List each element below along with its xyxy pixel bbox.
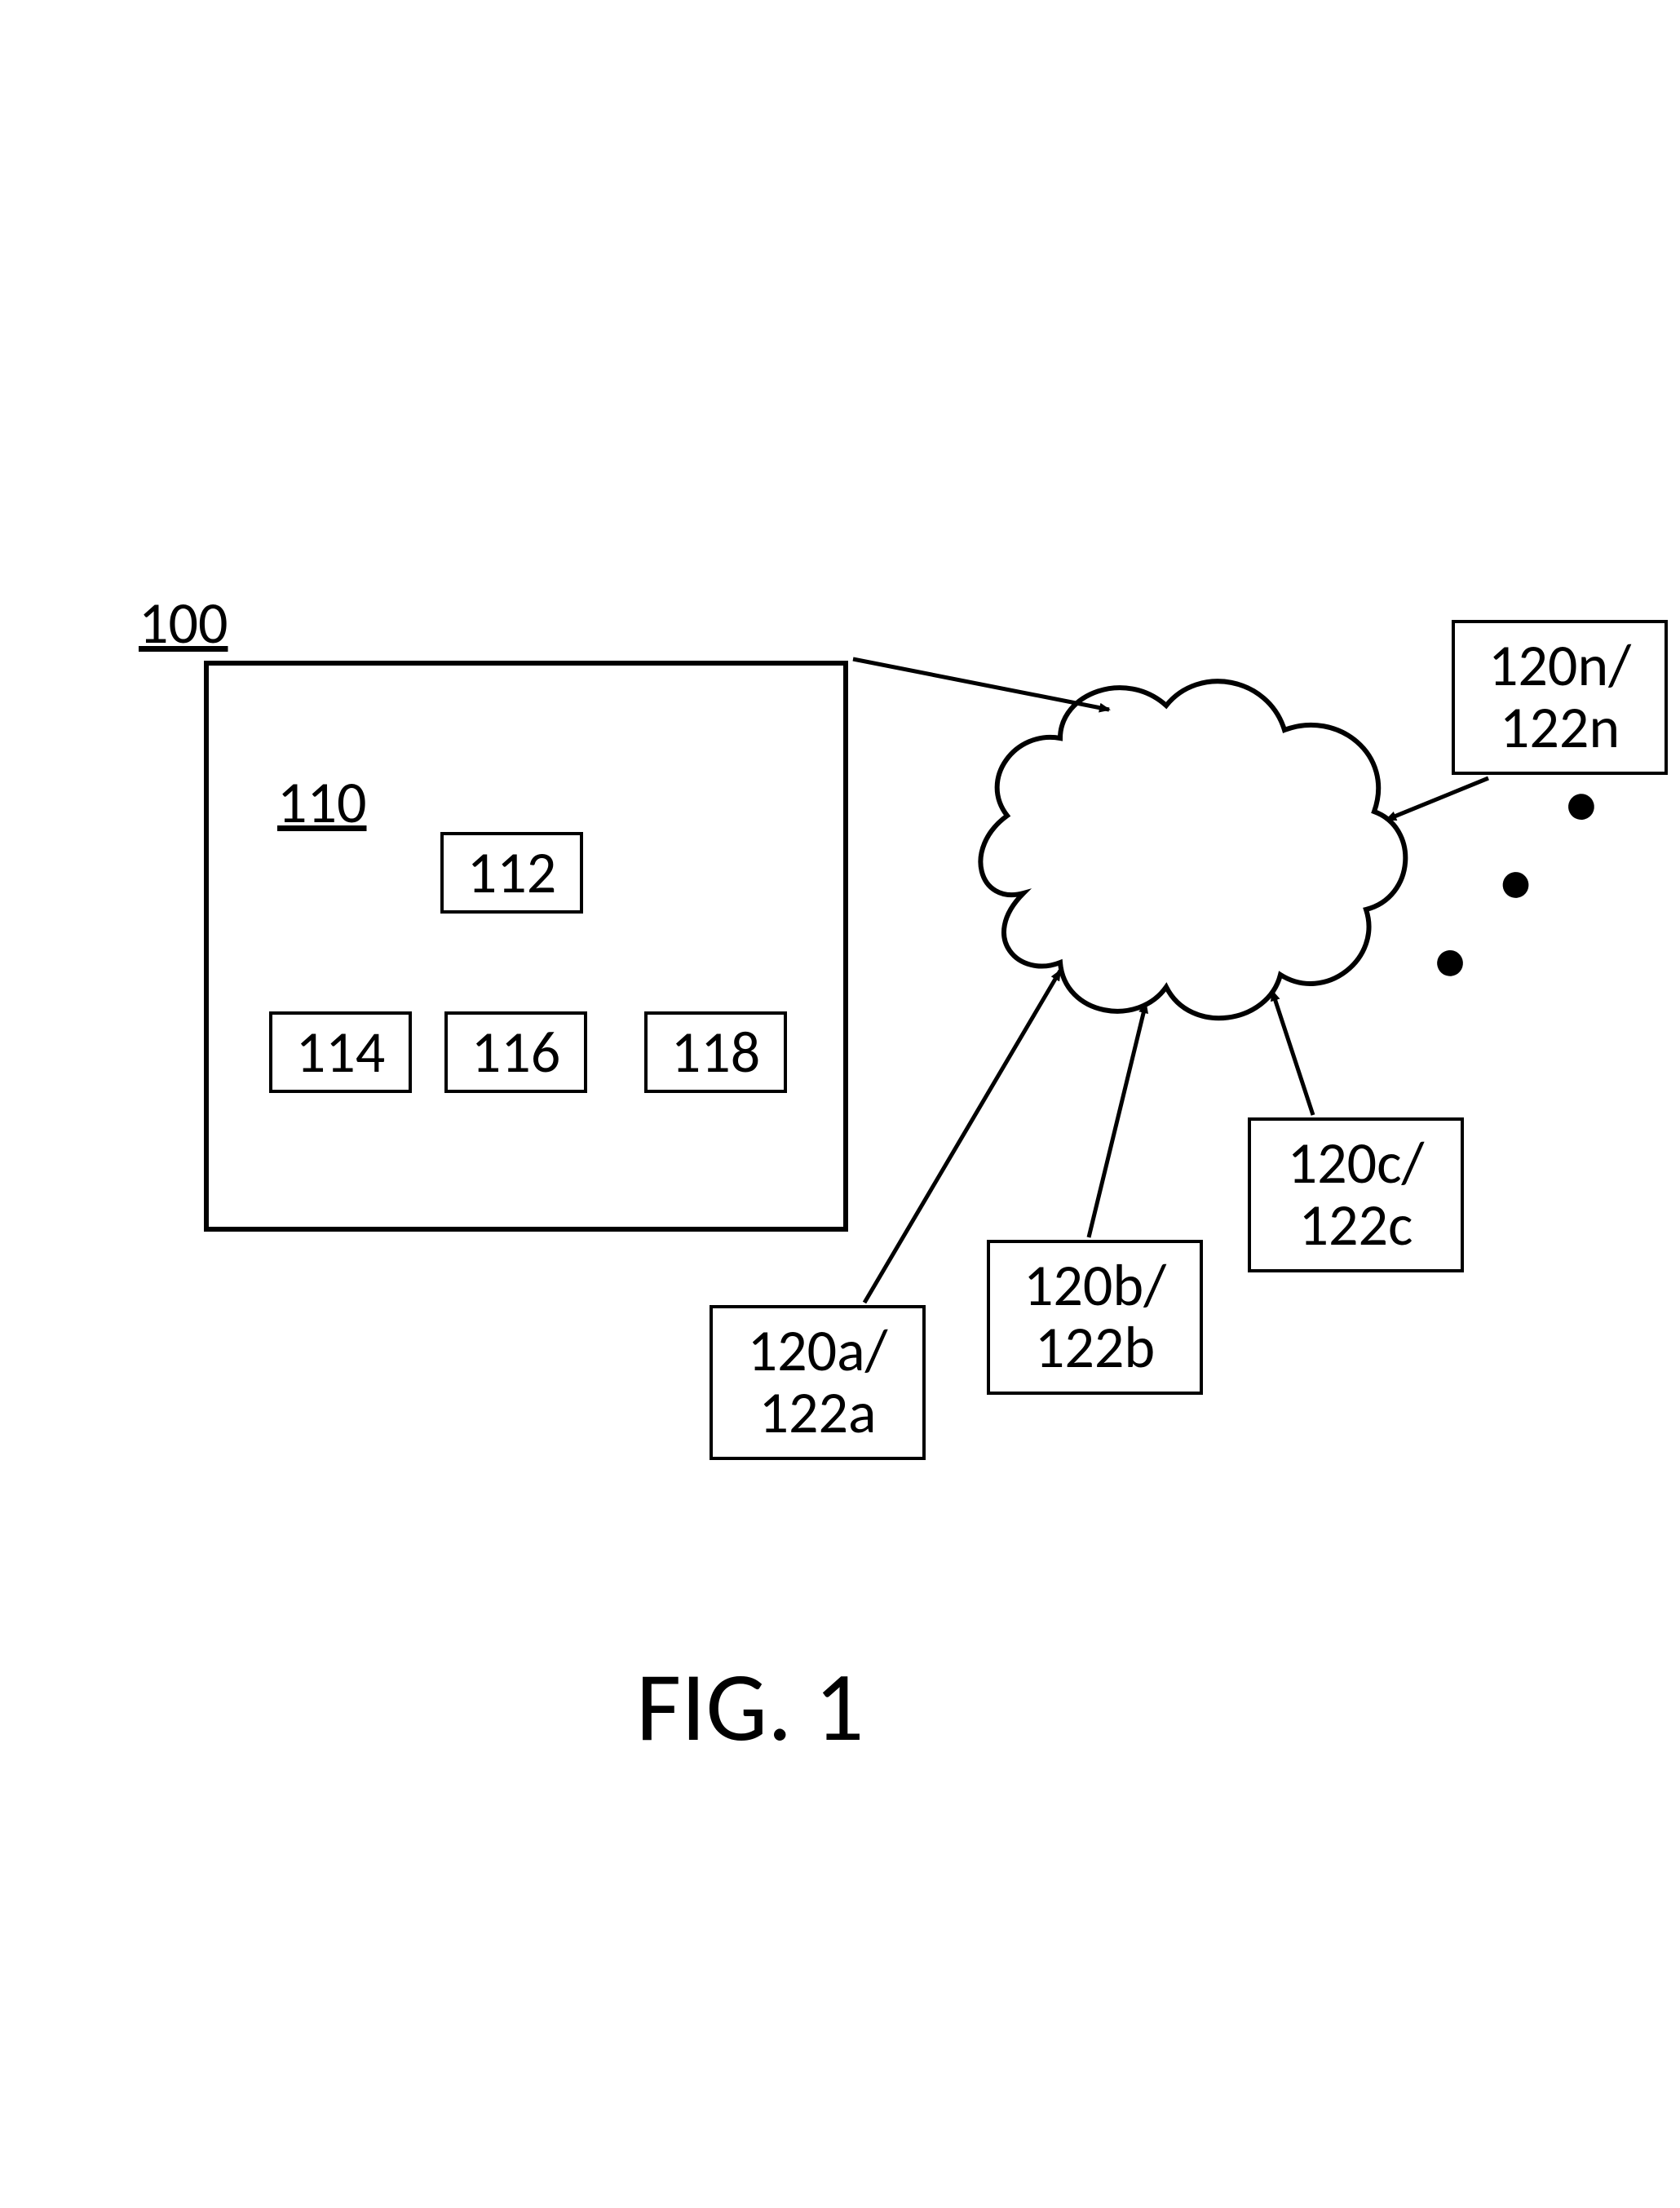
server-ref-label: 110 (277, 767, 366, 839)
client-box-n: 120n/ 122n (1452, 620, 1668, 775)
client-a-l1: 120a/ (748, 1321, 888, 1383)
server-inner-a: 112 (440, 832, 583, 914)
arrow-client-b-to-cloud (1089, 1003, 1146, 1237)
server-inner-d-label: 118 (671, 1016, 760, 1088)
client-a-l2: 122a (748, 1383, 888, 1445)
figure-stage: 100 110 112 114 116 118 130 120a/ 122a 1… (0, 0, 1680, 2208)
client-box-a: 120a/ 122a (710, 1305, 926, 1460)
server-inner-b-label: 114 (296, 1016, 385, 1088)
client-b-l1: 120b/ (1023, 1255, 1166, 1317)
arrow-client-c-to-cloud (1272, 991, 1313, 1115)
server-inner-c: 116 (444, 1011, 587, 1093)
cloud-ref-label: 130 (1146, 824, 1235, 896)
system-ref-label: 100 (139, 587, 228, 659)
client-c-label: 120c/ 122c (1288, 1133, 1425, 1256)
client-b-l2: 122b (1023, 1317, 1166, 1379)
arrow-server-to-cloud (853, 659, 1109, 710)
server-inner-d: 118 (644, 1011, 787, 1093)
server-inner-c-label: 116 (471, 1016, 560, 1088)
server-inner-a-label: 112 (467, 837, 556, 909)
client-c-l2: 122c (1288, 1195, 1425, 1257)
arrow-client-n-to-cloud (1386, 778, 1488, 820)
client-a-label: 120a/ 122a (748, 1321, 888, 1444)
client-box-c: 120c/ 122c (1248, 1117, 1464, 1272)
ellipsis-label: • • • (1401, 743, 1640, 1004)
client-c-l1: 120c/ (1288, 1133, 1425, 1195)
figure-caption: FIG. 1 (636, 1648, 864, 1767)
server-inner-b: 114 (269, 1011, 412, 1093)
client-n-label: 120n/ 122n (1488, 635, 1631, 759)
client-n-l1: 120n/ (1488, 635, 1631, 697)
client-box-b: 120b/ 122b (987, 1240, 1203, 1395)
client-b-label: 120b/ 122b (1023, 1255, 1166, 1378)
server-box (204, 661, 848, 1232)
client-n-l2: 122n (1488, 697, 1631, 759)
